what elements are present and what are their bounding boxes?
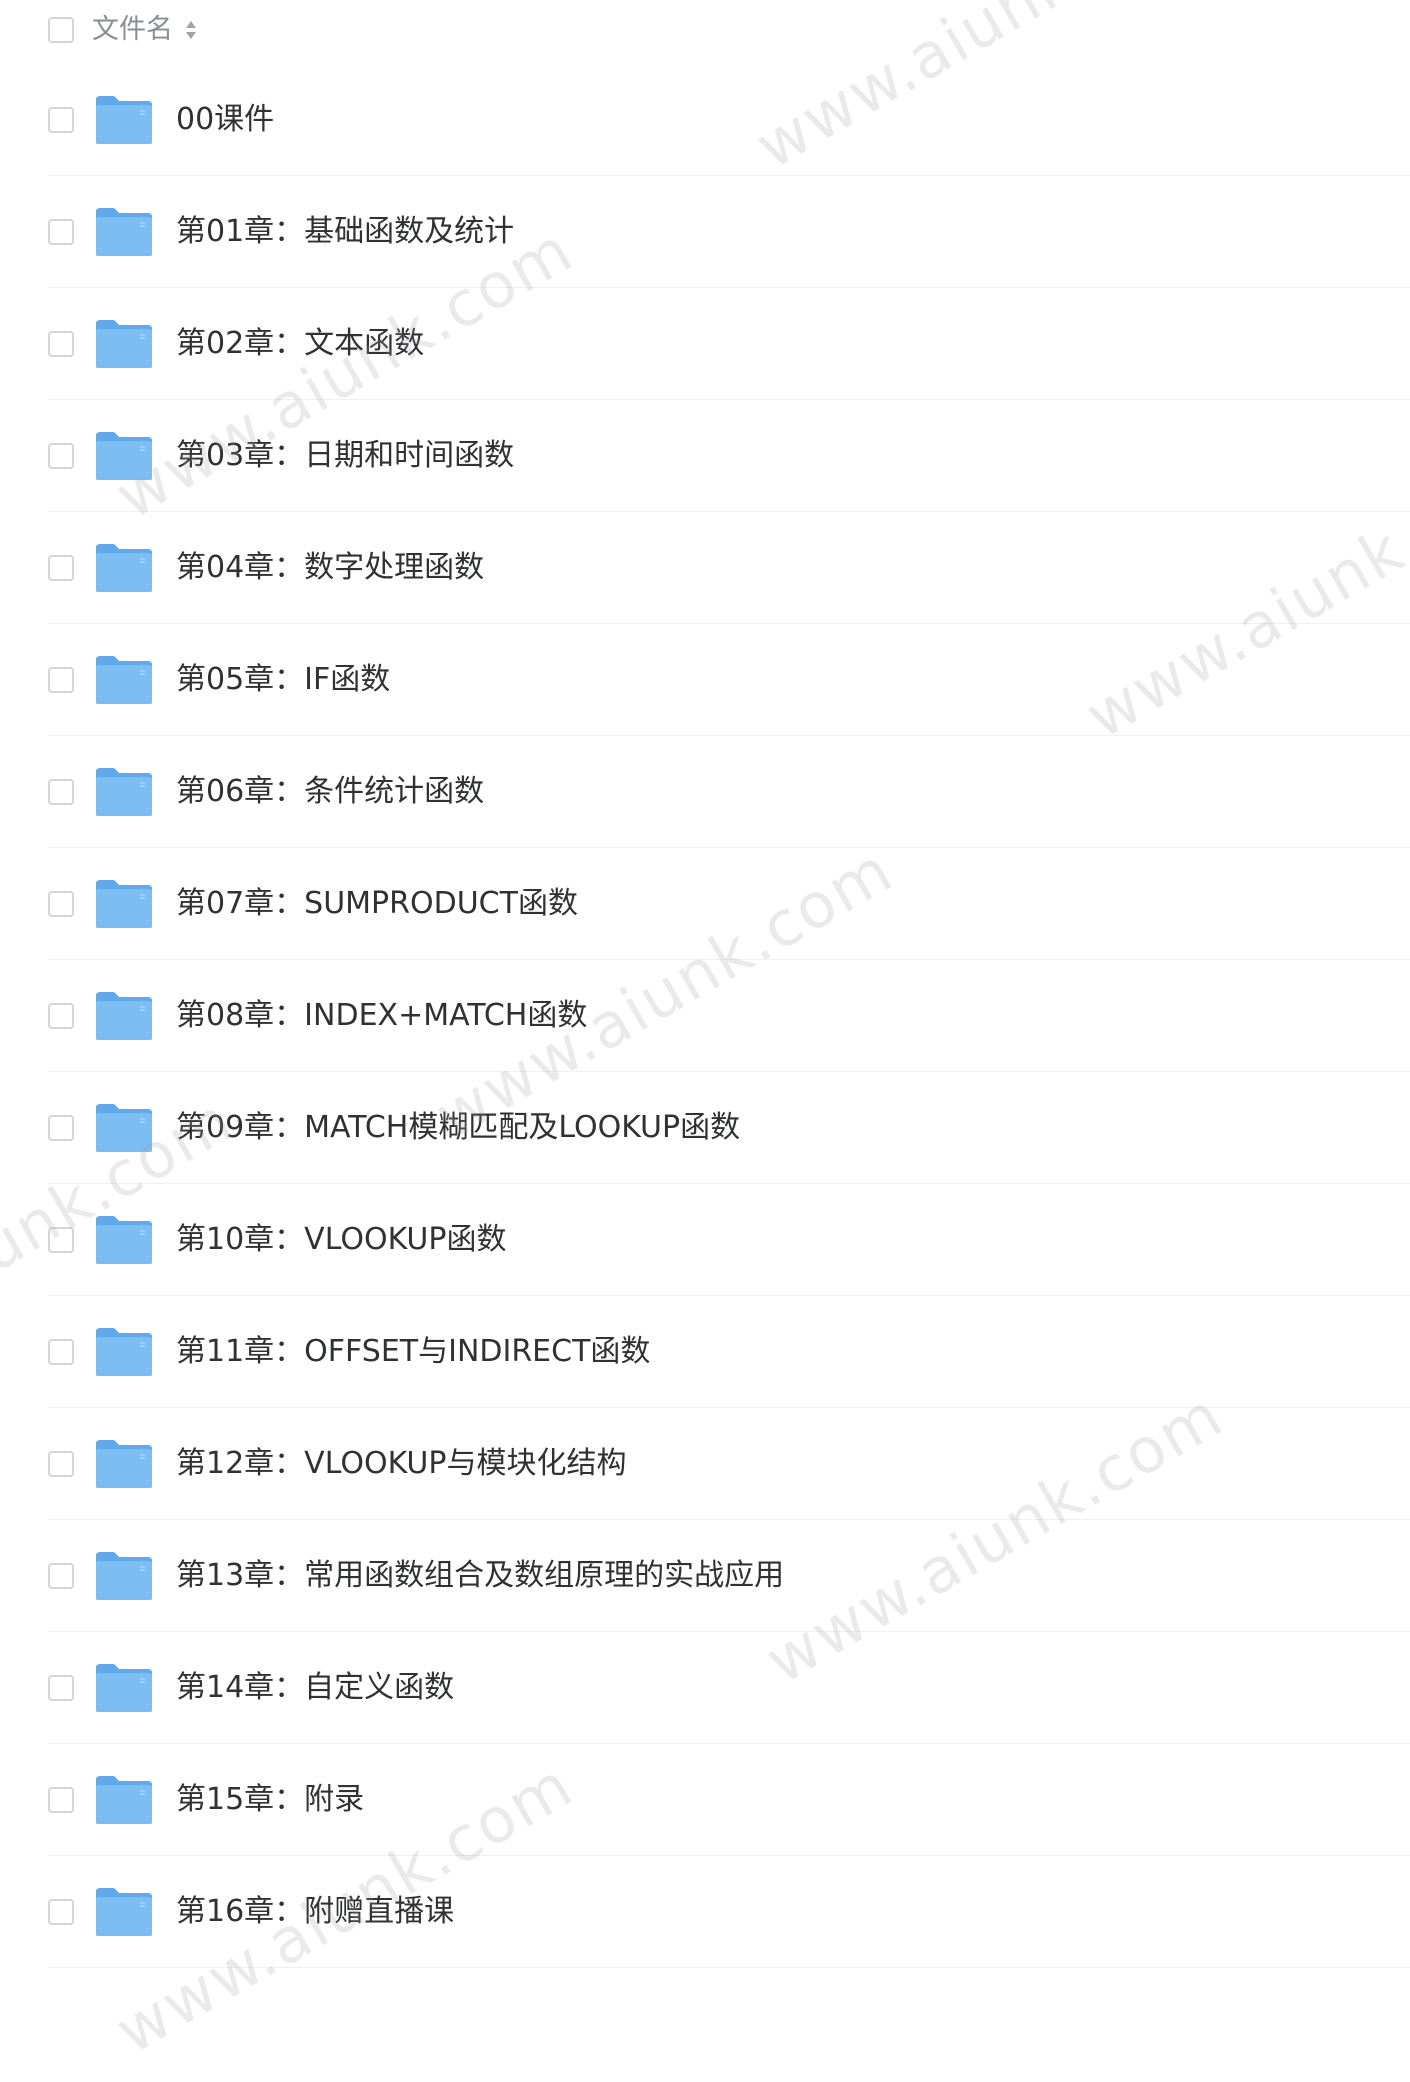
row-checkbox[interactable] (48, 1227, 74, 1253)
row-checkbox[interactable] (48, 443, 74, 469)
row-checkbox[interactable] (48, 667, 74, 693)
row-checkbox[interactable] (48, 555, 74, 581)
row-checkbox[interactable] (48, 1339, 74, 1365)
folder-row[interactable]: 00课件 (0, 64, 1410, 176)
folder-icon[interactable] (94, 1886, 154, 1938)
row-checkbox[interactable] (48, 1563, 74, 1589)
folder-row[interactable]: 第07章：SUMPRODUCT函数 (0, 848, 1410, 960)
folder-name[interactable]: 第04章：数字处理函数 (176, 546, 484, 590)
folder-icon[interactable] (94, 1662, 154, 1714)
folder-name[interactable]: 第08章：INDEX+MATCH函数 (176, 994, 587, 1038)
folder-icon[interactable] (94, 1774, 154, 1826)
folder-icon[interactable] (94, 1438, 154, 1490)
folder-icon[interactable] (94, 654, 154, 706)
folder-row[interactable]: 第13章：常用函数组合及数组原理的实战应用 (0, 1520, 1410, 1632)
folder-name[interactable]: 第02章：文本函数 (176, 322, 424, 366)
row-checkbox[interactable] (48, 1451, 74, 1477)
folder-row[interactable]: 第09章：MATCH模糊匹配及LOOKUP函数 (0, 1072, 1410, 1184)
folder-row[interactable]: 第15章：附录 (0, 1744, 1410, 1856)
filename-column-label[interactable]: 文件名 (92, 10, 173, 50)
folder-icon[interactable] (94, 318, 154, 370)
folder-icon[interactable] (94, 542, 154, 594)
folder-name[interactable]: 00课件 (176, 98, 274, 142)
row-checkbox[interactable] (48, 1899, 74, 1925)
folder-row[interactable]: 第11章：OFFSET与INDIRECT函数 (0, 1296, 1410, 1408)
folder-icon[interactable] (94, 1214, 154, 1266)
row-divider (48, 1967, 1410, 1968)
row-checkbox[interactable] (48, 1675, 74, 1701)
folder-row[interactable]: 第12章：VLOOKUP与模块化结构 (0, 1408, 1410, 1520)
folder-row[interactable]: 第14章：自定义函数 (0, 1632, 1410, 1744)
row-checkbox[interactable] (48, 219, 74, 245)
row-checkbox[interactable] (48, 779, 74, 805)
folder-icon[interactable] (94, 430, 154, 482)
folder-name[interactable]: 第07章：SUMPRODUCT函数 (176, 882, 578, 926)
folder-icon[interactable] (94, 1550, 154, 1602)
folder-row[interactable]: 第10章：VLOOKUP函数 (0, 1184, 1410, 1296)
folder-row[interactable]: 第03章：日期和时间函数 (0, 400, 1410, 512)
row-checkbox[interactable] (48, 891, 74, 917)
folder-icon[interactable] (94, 206, 154, 258)
folder-row[interactable]: 第02章：文本函数 (0, 288, 1410, 400)
folder-name[interactable]: 第16章：附赠直播课 (176, 1890, 454, 1934)
folder-name[interactable]: 第11章：OFFSET与INDIRECT函数 (176, 1330, 650, 1374)
folder-name[interactable]: 第03章：日期和时间函数 (176, 434, 514, 478)
folder-row[interactable]: 第16章：附赠直播课 (0, 1856, 1410, 1968)
select-all-checkbox[interactable] (48, 17, 74, 43)
folder-name[interactable]: 第10章：VLOOKUP函数 (176, 1218, 506, 1262)
folder-icon[interactable] (94, 766, 154, 818)
folder-row[interactable]: 第08章：INDEX+MATCH函数 (0, 960, 1410, 1072)
folder-name[interactable]: 第09章：MATCH模糊匹配及LOOKUP函数 (176, 1106, 740, 1150)
folder-row[interactable]: 第06章：条件统计函数 (0, 736, 1410, 848)
folder-name[interactable]: 第06章：条件统计函数 (176, 770, 484, 814)
folder-name[interactable]: 第13章：常用函数组合及数组原理的实战应用 (176, 1554, 784, 1598)
folder-name[interactable]: 第01章：基础函数及统计 (176, 210, 514, 254)
file-list-header: 文件名 (0, 0, 1410, 60)
folder-row[interactable]: 第04章：数字处理函数 (0, 512, 1410, 624)
row-checkbox[interactable] (48, 1787, 74, 1813)
row-checkbox[interactable] (48, 331, 74, 357)
folder-icon[interactable] (94, 1102, 154, 1154)
folder-row[interactable]: 第01章：基础函数及统计 (0, 176, 1410, 288)
row-checkbox[interactable] (48, 1115, 74, 1141)
folder-name[interactable]: 第15章：附录 (176, 1778, 364, 1822)
folder-icon[interactable] (94, 878, 154, 930)
folder-name[interactable]: 第14章：自定义函数 (176, 1666, 454, 1710)
folder-icon[interactable] (94, 1326, 154, 1378)
sort-icon[interactable] (184, 18, 198, 42)
row-checkbox[interactable] (48, 1003, 74, 1029)
row-checkbox[interactable] (48, 107, 74, 133)
folder-name[interactable]: 第05章：IF函数 (176, 658, 390, 702)
folder-row[interactable]: 第05章：IF函数 (0, 624, 1410, 736)
folder-icon[interactable] (94, 94, 154, 146)
folder-name[interactable]: 第12章：VLOOKUP与模块化结构 (176, 1442, 626, 1486)
folder-icon[interactable] (94, 990, 154, 1042)
